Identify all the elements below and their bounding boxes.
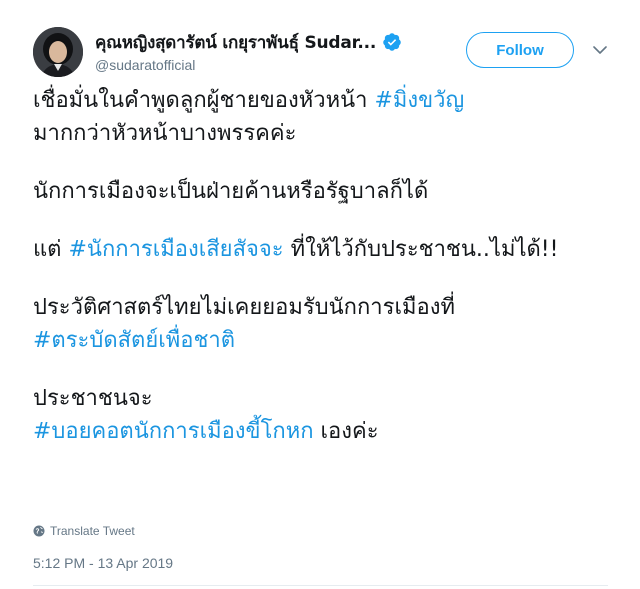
- translate-tweet-button[interactable]: Translate Tweet: [33, 524, 135, 538]
- tweet-text-segment: ที่ให้ไว้กับประชาชน..ไม่ได้!!: [283, 237, 559, 262]
- tweet-text-segment: ประชาชนจะ: [33, 386, 153, 411]
- tweet-card: คุณหญิงสุดารัตน์ เกยุราพันธุ์ Sudar... @…: [0, 0, 640, 589]
- tweet-paragraph-3: แต่ #นักการเมืองเสียสัจจะ ที่ให้ไว้กับปร…: [33, 233, 613, 266]
- hashtag-link[interactable]: #ตระบัดสัตย์เพื่อชาติ: [33, 328, 235, 353]
- tweet-timestamp[interactable]: 5:12 PM - 13 Apr 2019: [33, 555, 173, 571]
- hashtag-link[interactable]: #นักการเมืองเสียสัจจะ: [68, 237, 283, 262]
- author-handle[interactable]: @sudaratofficial: [95, 57, 195, 73]
- translate-label: Translate Tweet: [50, 524, 135, 538]
- tweet-paragraph-2: นักการเมืองจะเป็นฝ่ายค้านหรือรัฐบาลก็ได้: [33, 175, 613, 208]
- avatar[interactable]: [33, 27, 83, 77]
- globe-icon: [33, 525, 45, 537]
- tweet-paragraph-1: เชื่อมั่นในคำพูดลูกผู้ชายของหัวหน้า #มิ่…: [33, 84, 613, 150]
- tweet-text-segment: มากกว่าหัวหน้าบางพรรคค่ะ: [33, 121, 297, 146]
- tweet-paragraph-5: ประชาชนจะ #บอยคอตนักการเมืองขี้โกหก เองค…: [33, 382, 613, 448]
- tweet-paragraph-4: ประวัติศาสตร์ไทยไม่เคยยอมรับนักการเมืองท…: [33, 291, 613, 357]
- divider: [33, 585, 608, 586]
- verified-badge-icon: [382, 32, 402, 52]
- tweet-text-segment: เชื่อมั่นในคำพูดลูกผู้ชายของหัวหน้า: [33, 88, 375, 113]
- follow-button[interactable]: Follow: [466, 32, 574, 68]
- tweet-text-segment: ประวัติศาสตร์ไทยไม่เคยยอมรับนักการเมืองท…: [33, 295, 455, 320]
- tweet-text-segment: เองค่ะ: [313, 419, 379, 444]
- tweet-text: เชื่อมั่นในคำพูดลูกผู้ชายของหัวหน้า #มิ่…: [33, 84, 613, 473]
- tweet-text-segment: นักการเมืองจะเป็นฝ่ายค้านหรือรัฐบาลก็ได้: [33, 179, 429, 204]
- author-name-row[interactable]: คุณหญิงสุดารัตน์ เกยุราพันธุ์ Sudar...: [95, 30, 402, 54]
- author-display-name[interactable]: คุณหญิงสุดารัตน์ เกยุราพันธุ์ Sudar...: [95, 29, 376, 56]
- hashtag-link[interactable]: #มิ่งขวัญ: [374, 88, 464, 113]
- hashtag-link[interactable]: #บอยคอตนักการเมืองขี้โกหก: [33, 419, 314, 444]
- tweet-text-segment: แต่: [33, 237, 69, 262]
- chevron-down-icon[interactable]: [588, 38, 612, 62]
